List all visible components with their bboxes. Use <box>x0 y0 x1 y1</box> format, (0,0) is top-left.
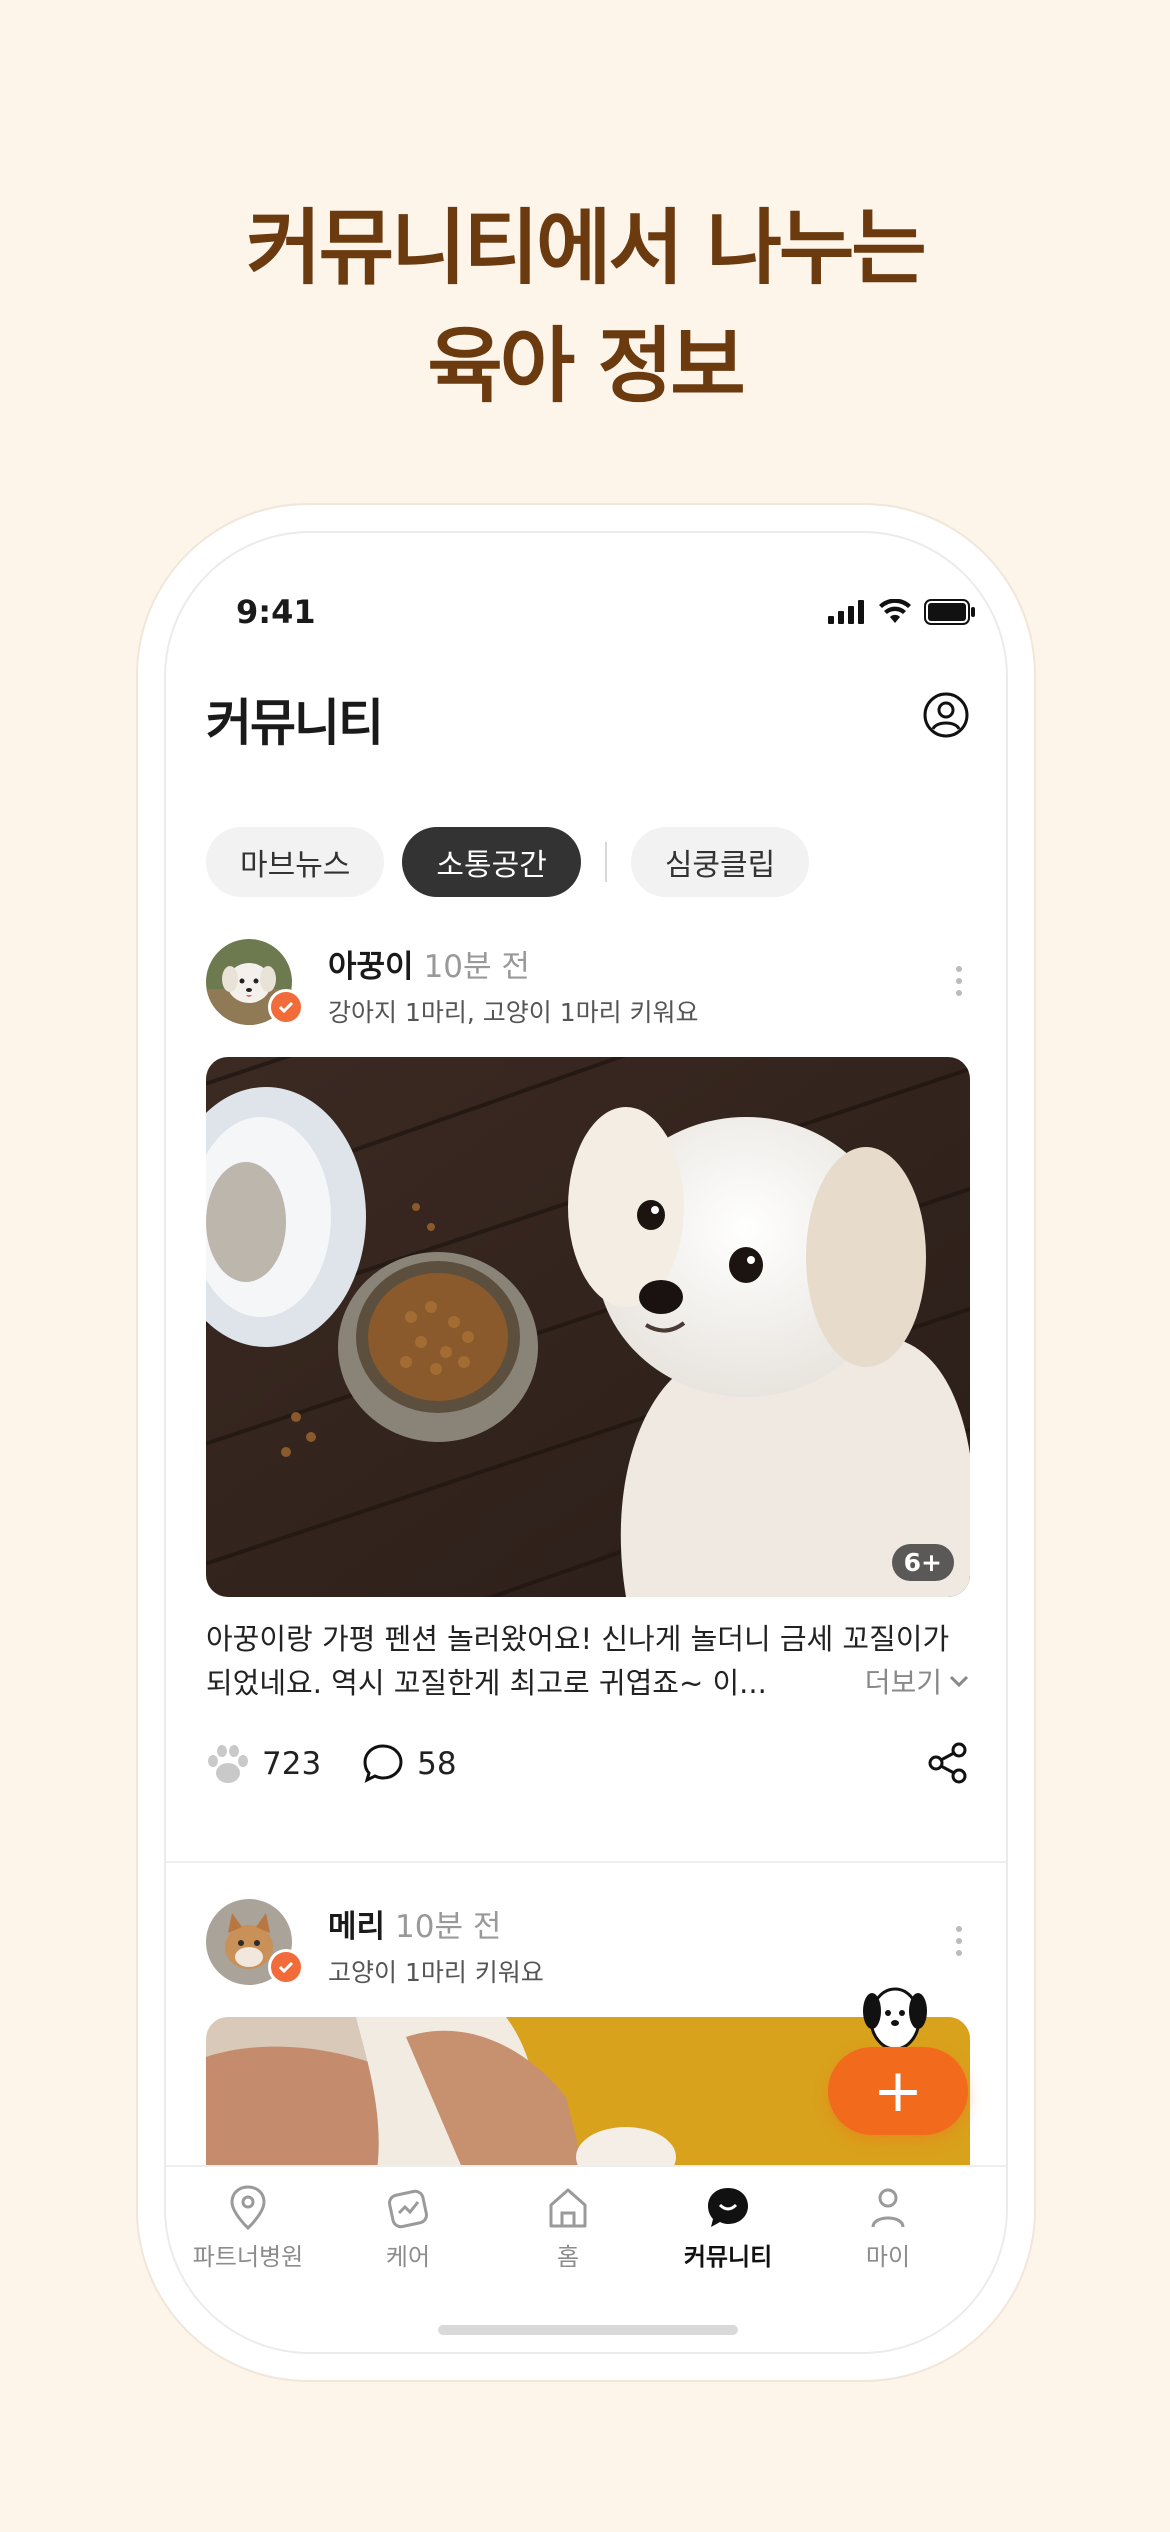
promo-headline: 커뮤니티에서 나누는 육아 정보 <box>0 190 1170 426</box>
more-options-icon[interactable] <box>954 1923 964 1959</box>
create-post-button[interactable]: + <box>828 2047 968 2135</box>
promo-headline-line2: 육아 정보 <box>427 319 745 414</box>
phone-screen: 9:41 커뮤니티 마브뉴스 소통공간 심쿵클립 아꿍이 10분 전 강아지 1… <box>164 531 1008 2354</box>
person-icon <box>871 2188 905 2228</box>
nav-label: 파트너병원 <box>192 2243 304 2271</box>
status-time: 9:41 <box>236 593 316 631</box>
signal-icon <box>828 600 864 624</box>
nav-label: 커뮤니티 <box>683 2243 773 2271</box>
author-name[interactable]: 아꿍이 <box>328 949 414 985</box>
home-icon <box>549 2188 587 2228</box>
location-pin-icon <box>230 2185 266 2231</box>
post-time: 10분 전 <box>395 1909 502 1945</box>
post-author: 아꿍이 10분 전 <box>328 941 530 986</box>
tab-marv-news[interactable]: 마브뉴스 <box>206 827 385 897</box>
nav-item-community[interactable]: 커뮤니티 <box>648 2185 808 2272</box>
paw-icon <box>208 1745 248 1783</box>
nav-label: 마이 <box>865 2243 911 2271</box>
tab-heart-clip[interactable]: 심쿵클립 <box>630 827 810 897</box>
photo-count-badge: 6+ <box>891 1544 954 1581</box>
nav-item-my[interactable]: 마이 <box>808 2185 968 2272</box>
post-time: 10분 전 <box>423 949 530 985</box>
more-label: 더보기 <box>864 1666 942 1699</box>
nav-item-home[interactable]: 홈 <box>488 2185 648 2272</box>
comment-button[interactable]: 58 <box>361 1742 457 1786</box>
verified-badge-icon <box>268 1949 304 1985</box>
like-button[interactable]: 723 <box>206 1743 321 1785</box>
nav-item-partner-hospital[interactable]: 파트너병원 <box>168 2185 328 2272</box>
profile-icon[interactable] <box>922 691 970 739</box>
page-title: 커뮤니티 <box>206 694 384 752</box>
share-icon[interactable] <box>926 1741 970 1785</box>
home-indicator <box>438 2325 738 2335</box>
author-name[interactable]: 메리 <box>328 1909 385 1945</box>
comment-icon <box>363 1744 403 1783</box>
post-photo[interactable]: 6+ <box>206 1057 970 1597</box>
more-link[interactable]: 더보기 <box>844 1661 970 1701</box>
post-divider <box>166 1861 1006 1863</box>
author-bio: 고양이 1마리 키워요 <box>328 1958 544 1987</box>
nav-item-care[interactable]: 케어 <box>328 2185 488 2272</box>
tab-community-space[interactable]: 소통공간 <box>402 827 581 897</box>
chevron-down-icon <box>949 1675 969 1688</box>
author-bio: 강아지 1마리, 고양이 1마리 키워요 <box>328 998 699 1027</box>
post-actions: 723 58 <box>206 1739 970 1789</box>
category-tabs: 마브뉴스 소통공간 심쿵클립 <box>206 827 810 897</box>
more-options-icon[interactable] <box>954 963 964 999</box>
community-icon <box>708 2188 748 2227</box>
mascot-dog-icon <box>863 1987 927 2051</box>
wifi-icon <box>879 599 911 623</box>
nav-label: 홈 <box>556 2243 580 2271</box>
status-bar: 9:41 <box>166 593 1006 637</box>
app-bar: 커뮤니티 <box>206 683 970 753</box>
post-author: 메리 10분 전 <box>328 1901 501 1946</box>
phone-frame: 9:41 커뮤니티 마브뉴스 소통공간 심쿵클립 아꿍이 10분 전 강아지 1… <box>138 505 1034 2380</box>
status-icons <box>828 599 976 625</box>
promo-headline-line1: 커뮤니티에서 나누는 <box>246 201 927 296</box>
comment-count: 58 <box>417 1746 457 1782</box>
battery-icon <box>924 599 975 625</box>
like-count: 723 <box>262 1746 322 1782</box>
care-icon <box>388 2189 428 2229</box>
tab-divider <box>604 842 607 882</box>
verified-badge-icon <box>268 989 304 1025</box>
nav-label: 케어 <box>385 2243 431 2271</box>
